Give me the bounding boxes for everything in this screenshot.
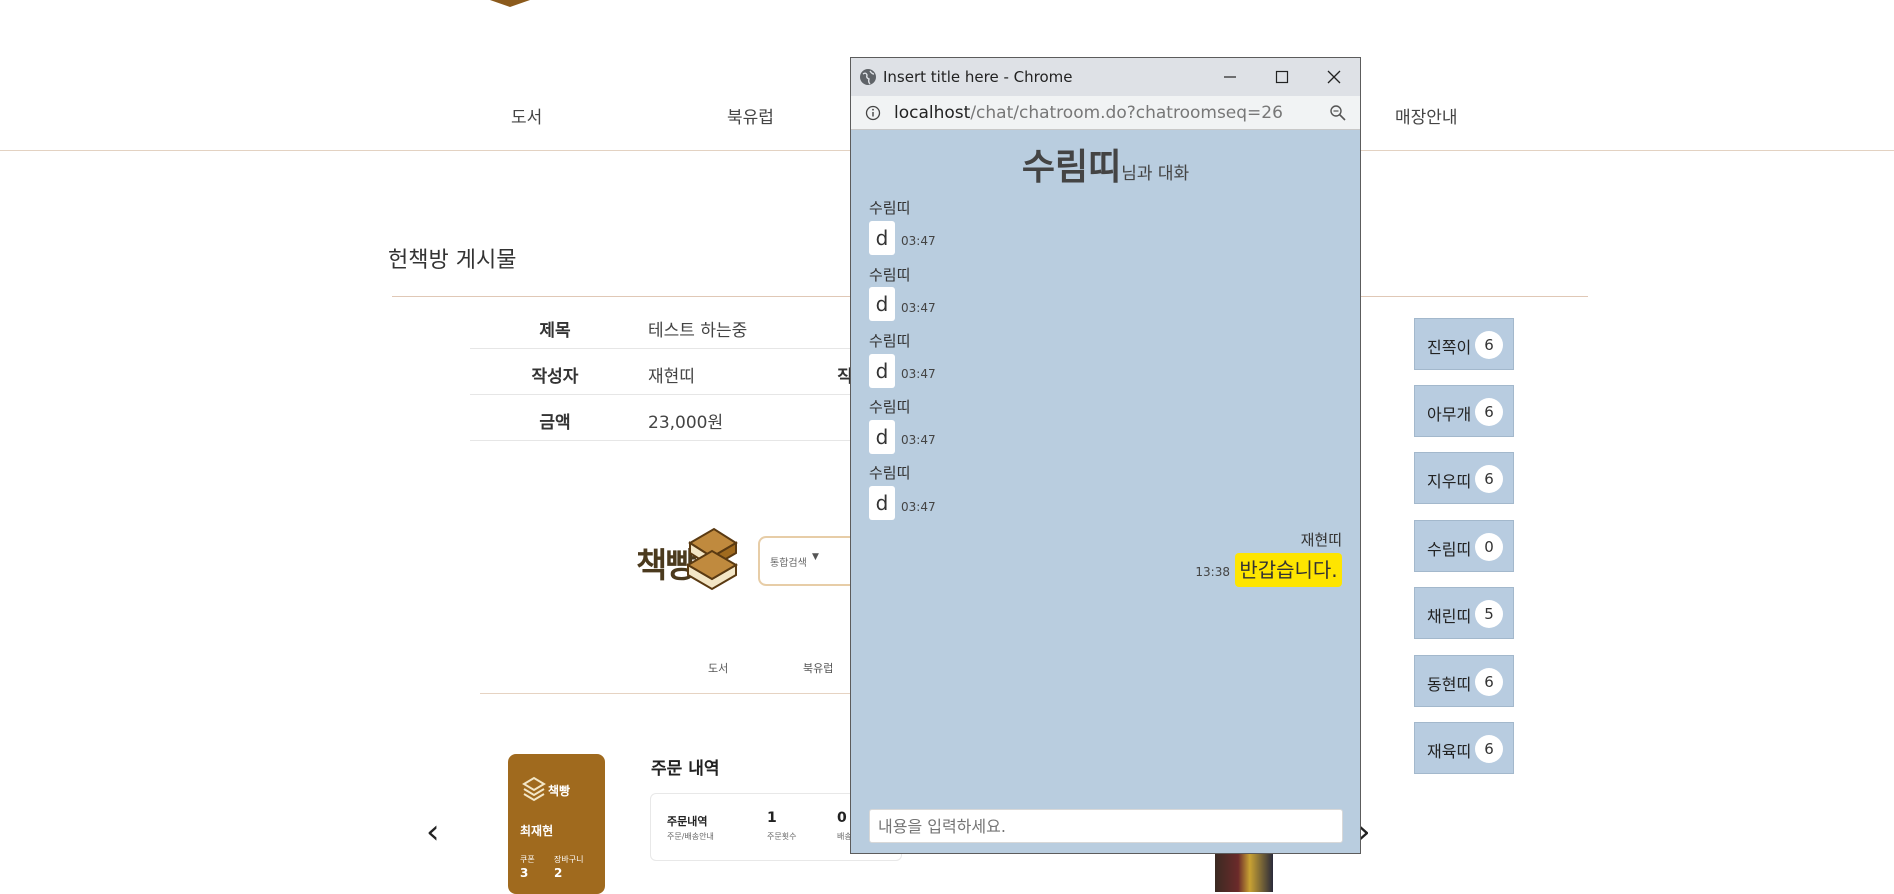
minimize-icon: [1224, 76, 1236, 78]
my-message-time: 13:38: [1195, 565, 1230, 579]
unread-count-badge: 6: [1475, 668, 1503, 696]
close-button[interactable]: [1308, 58, 1360, 96]
info-value: 테스트 하는중: [648, 321, 748, 341]
user-name: 채린띠: [1427, 607, 1472, 626]
info-key: 금액: [539, 413, 571, 433]
maximize-button[interactable]: [1256, 58, 1308, 96]
user-item-jiwoo[interactable]: 지우띠 6: [1414, 452, 1514, 504]
order-label: 주문내역: [667, 815, 708, 828]
chat-popup-window: Insert title here - Chrome localhost/cha…: [850, 57, 1361, 854]
logo-fragment-icon: [490, 0, 530, 7]
user-item-jaeyuk[interactable]: 재육띠 6: [1414, 722, 1514, 774]
user-item-donghyeon[interactable]: 동현띠 6: [1414, 655, 1514, 707]
search-category[interactable]: 통합검색: [770, 554, 807, 569]
embedded-divider: [480, 693, 900, 694]
window-title: Insert title here - Chrome: [883, 68, 1073, 86]
nav-books[interactable]: 도서: [511, 103, 542, 128]
chat-message-input[interactable]: [869, 809, 1343, 843]
message-time: 03:47: [901, 500, 936, 514]
user-name: 수림띠: [1427, 540, 1472, 559]
info-row-price: 금액 23,000원: [470, 394, 850, 441]
user-name: 재육띠: [1427, 742, 1472, 761]
window-titlebar[interactable]: Insert title here - Chrome: [851, 58, 1360, 96]
page-title: 헌책방 게시물: [388, 248, 517, 273]
user-name: 진쪽이: [1427, 338, 1472, 357]
my-message-bubble: 반갑습니다.: [1235, 553, 1342, 587]
address-bar[interactable]: localhost/chat/chatroom.do?chatroomseq=2…: [851, 96, 1360, 130]
order-count-label: 주문횟수: [767, 832, 797, 841]
my-message-sender: 재현띠: [1300, 531, 1342, 549]
message-bubble: d: [869, 221, 895, 255]
message-sender: 수림띠: [869, 266, 911, 284]
user-item-amugae[interactable]: 아무개 6: [1414, 385, 1514, 437]
message-bubble: d: [869, 486, 895, 520]
maximize-icon: [1275, 70, 1289, 84]
message-time: 03:47: [901, 433, 936, 447]
unread-count-badge: 6: [1475, 331, 1503, 359]
chat-header-suffix: 님과 대화: [1121, 164, 1190, 184]
info-value: 23,000원: [648, 413, 724, 433]
message-bubble: d: [869, 354, 895, 388]
user-name: 동현띠: [1427, 675, 1472, 694]
profile-name: 최재현: [520, 824, 554, 838]
info-row-title: 제목 테스트 하는중: [470, 302, 850, 349]
url-host: localhost: [894, 103, 971, 123]
info-row-author: 작성자 재현띠 직: [470, 348, 853, 395]
book-cover-image: [1215, 852, 1273, 892]
message-sender: 수림띠: [869, 398, 911, 416]
nav-store-info[interactable]: 매장안내: [1395, 103, 1458, 128]
embedded-nav-northern-europe[interactable]: 북유럽: [803, 660, 833, 676]
info-key: 제목: [539, 321, 571, 341]
message-time: 03:47: [901, 367, 936, 381]
info-icon[interactable]: [865, 105, 881, 121]
profile-logo-icon: [522, 776, 546, 802]
globe-icon: [860, 69, 876, 85]
url-text[interactable]: localhost/chat/chatroom.do?chatroomseq=2…: [894, 103, 1283, 123]
unread-count-badge: 5: [1475, 600, 1503, 628]
message-bubble: d: [869, 287, 895, 321]
profile-card: 책빵 최재현 쿠폰 3 장바구니 2: [508, 754, 605, 894]
profile-stat2-value: 2: [554, 866, 563, 880]
profile-stat2-label: 장바구니: [554, 855, 584, 864]
user-name: 아무개: [1427, 405, 1472, 424]
user-name: 지우띠: [1427, 472, 1472, 491]
unread-count-badge: 6: [1475, 735, 1503, 763]
message-sender: 수림띠: [869, 199, 911, 217]
unread-count-badge: 6: [1475, 398, 1503, 426]
embedded-nav-books[interactable]: 도서: [708, 660, 728, 676]
unread-count-badge: 6: [1475, 465, 1503, 493]
chat-header: 수림띠님과 대화: [851, 138, 1360, 190]
message-sender: 수림띠: [869, 464, 911, 482]
url-path: /chat/chatroom.do?chatroomseq=26: [970, 103, 1283, 123]
profile-brand: 책빵: [548, 784, 571, 798]
close-icon: [1327, 70, 1341, 84]
user-item-chaerin[interactable]: 채린띠 5: [1414, 587, 1514, 639]
info-value: 재현띠: [648, 367, 695, 387]
profile-stat1-label: 쿠폰: [520, 855, 535, 864]
user-item-jinjjoki[interactable]: 진쪽이 6: [1414, 318, 1514, 370]
profile-stat1-value: 3: [520, 866, 529, 880]
dropdown-arrow-icon: ▼: [812, 552, 819, 562]
nav-northern-europe[interactable]: 북유럽: [727, 103, 774, 128]
prev-arrow-icon[interactable]: ‹: [426, 812, 440, 852]
order-sublabel: 주문/배송안내: [667, 832, 714, 841]
message-time: 03:47: [901, 234, 936, 248]
zoom-icon[interactable]: [1329, 104, 1347, 122]
message-sender: 수림띠: [869, 332, 911, 350]
order-other: 0: [837, 810, 847, 826]
unread-count-badge: 0: [1475, 533, 1503, 561]
order-count: 1: [767, 810, 777, 826]
order-title: 주문 내역: [651, 759, 720, 779]
message-time: 03:47: [901, 301, 936, 315]
info-key: 작성자: [531, 367, 579, 387]
chat-partner-name: 수림띠: [1021, 147, 1122, 188]
book-stack-icon: [686, 527, 738, 591]
message-bubble: d: [869, 420, 895, 454]
minimize-button[interactable]: [1204, 58, 1256, 96]
user-item-surim[interactable]: 수림띠 0: [1414, 520, 1514, 572]
